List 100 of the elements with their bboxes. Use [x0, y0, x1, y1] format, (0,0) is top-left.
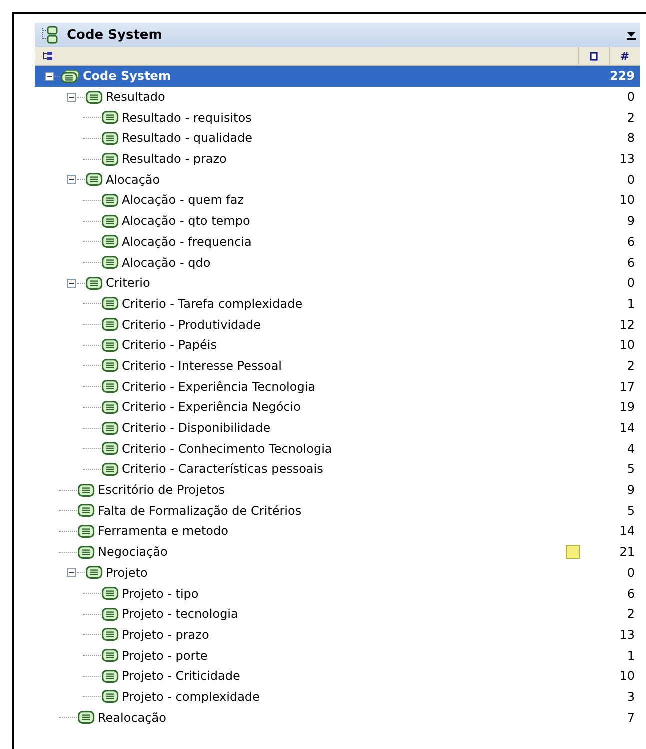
- segment-count: 14: [618, 524, 635, 538]
- segment-count: 2: [626, 110, 635, 125]
- code-label: Projeto - porte: [122, 648, 209, 663]
- collapse-icon[interactable]: [67, 568, 76, 578]
- segment-count: 17: [618, 380, 635, 394]
- code-icon: [102, 690, 119, 704]
- code-label: Falta de Formalização de Critérios: [98, 504, 303, 518]
- segment-count: 10: [618, 193, 635, 208]
- segment-count: 2: [626, 607, 635, 622]
- code-icon: [102, 670, 119, 683]
- code-icon: [102, 359, 119, 372]
- segment-count: 13: [618, 628, 635, 642]
- segment-count: 9: [626, 214, 635, 228]
- code-icon: [102, 256, 119, 270]
- segment-count: 10: [618, 338, 635, 352]
- code-icon: [102, 628, 119, 642]
- code-label: Alocação - qto tempo: [122, 214, 252, 228]
- code-icon: [102, 400, 119, 414]
- tree-view-icon[interactable]: [43, 51, 53, 61]
- code-label: Projeto - Criticidade: [122, 669, 242, 684]
- code-icon: [86, 173, 103, 186]
- segment-count: 1: [626, 648, 635, 663]
- collapse-icon[interactable]: [67, 92, 76, 102]
- code-system-icon: [61, 70, 80, 83]
- code-icon: [102, 297, 119, 310]
- code-label: Resultado - qualidade: [122, 131, 254, 146]
- code-icon: [102, 442, 119, 456]
- memo-column-icon[interactable]: [590, 52, 598, 60]
- segment-count: 8: [626, 131, 635, 146]
- segment-count: 0: [626, 566, 635, 580]
- dropdown-icon[interactable]: [627, 30, 636, 40]
- code-label: Alocação - quem faz: [122, 193, 246, 208]
- code-label: Negociação: [98, 545, 169, 560]
- code-label: Projeto - complexidade: [122, 690, 261, 704]
- segment-count: 13: [618, 152, 635, 166]
- code-label: Criterio - Produtividade: [122, 318, 262, 332]
- code-label: Criterio - Disponibilidade: [122, 421, 272, 436]
- segment-count: 0: [626, 172, 635, 187]
- panel-title: Code System: [67, 28, 164, 42]
- code-icon: [102, 152, 119, 166]
- code-label: Criterio: [106, 276, 152, 290]
- code-label: Alocação: [106, 172, 162, 187]
- code-icon: [102, 587, 119, 600]
- code-label: Criterio - Experiência Negócio: [122, 400, 302, 414]
- segment-count: 5: [626, 462, 635, 476]
- code-icon: [102, 214, 119, 228]
- segment-count: 229: [608, 69, 635, 84]
- code-icon: [86, 276, 103, 290]
- collapse-icon[interactable]: [67, 278, 76, 288]
- code-icon: [78, 711, 95, 724]
- code-label: Resultado: [106, 90, 166, 104]
- code-icon: [78, 546, 95, 559]
- code-icon: [102, 380, 119, 394]
- code-label: Criterio - Conhecimento Tecnologia: [122, 442, 334, 456]
- segment-count: 2: [626, 358, 635, 373]
- segment-count: 14: [618, 421, 635, 436]
- code-icon: [102, 462, 119, 476]
- code-label: Alocação - qdo: [122, 256, 212, 270]
- segment-count: 6: [626, 234, 635, 249]
- segment-count: 3: [626, 690, 635, 704]
- code-label: Projeto - tipo: [122, 586, 200, 601]
- code-icon: [78, 484, 95, 497]
- tree-row[interactable]: Code System 229: [35, 66, 640, 87]
- code-icon: [102, 132, 119, 145]
- segment-count: 21: [618, 545, 635, 560]
- segment-count: 19: [618, 400, 635, 414]
- segment-count: 0: [626, 276, 635, 290]
- code-label: Criterio - Tarefa complexidade: [122, 296, 304, 311]
- segment-count: 12: [618, 318, 635, 332]
- segment-count: 0: [626, 90, 635, 104]
- segment-count: 7: [626, 710, 635, 725]
- segment-count: 4: [626, 442, 635, 456]
- code-icon: [102, 649, 119, 662]
- hierarchy-icon: [41, 26, 59, 44]
- code-icon: [86, 90, 103, 104]
- code-icon: [102, 318, 119, 332]
- collapse-icon[interactable]: [67, 175, 76, 184]
- code-label: Criterio - Interesse Pessoal: [122, 358, 284, 373]
- code-icon: [102, 194, 119, 207]
- code-label: Criterio - Características pessoais: [122, 462, 324, 476]
- segment-count: 9: [626, 483, 635, 498]
- code-label: Alocação - frequencia: [122, 234, 253, 249]
- collapse-icon[interactable]: [45, 72, 54, 81]
- code-icon: [102, 338, 119, 352]
- code-label: Realocação: [98, 710, 168, 725]
- code-label: Resultado - requisitos: [122, 110, 253, 125]
- code-icon: [102, 608, 119, 621]
- code-icon: [86, 566, 103, 580]
- code-label: Escritório de Projetos: [98, 483, 226, 498]
- code-label: Resultado - prazo: [122, 152, 228, 166]
- code-icon: [102, 235, 119, 248]
- column-header[interactable]: #: [609, 47, 640, 65]
- code-label: Criterio - Experiência Tecnologia: [122, 380, 317, 394]
- code-label: Projeto: [106, 566, 149, 580]
- code-label: Projeto - tecnologia: [122, 607, 240, 622]
- code-label: Criterio - Papéis: [122, 338, 218, 352]
- segment-count: 6: [626, 586, 635, 601]
- segment-count: 1: [626, 296, 635, 311]
- code-icon: [78, 504, 95, 518]
- code-label: Code System: [83, 69, 172, 84]
